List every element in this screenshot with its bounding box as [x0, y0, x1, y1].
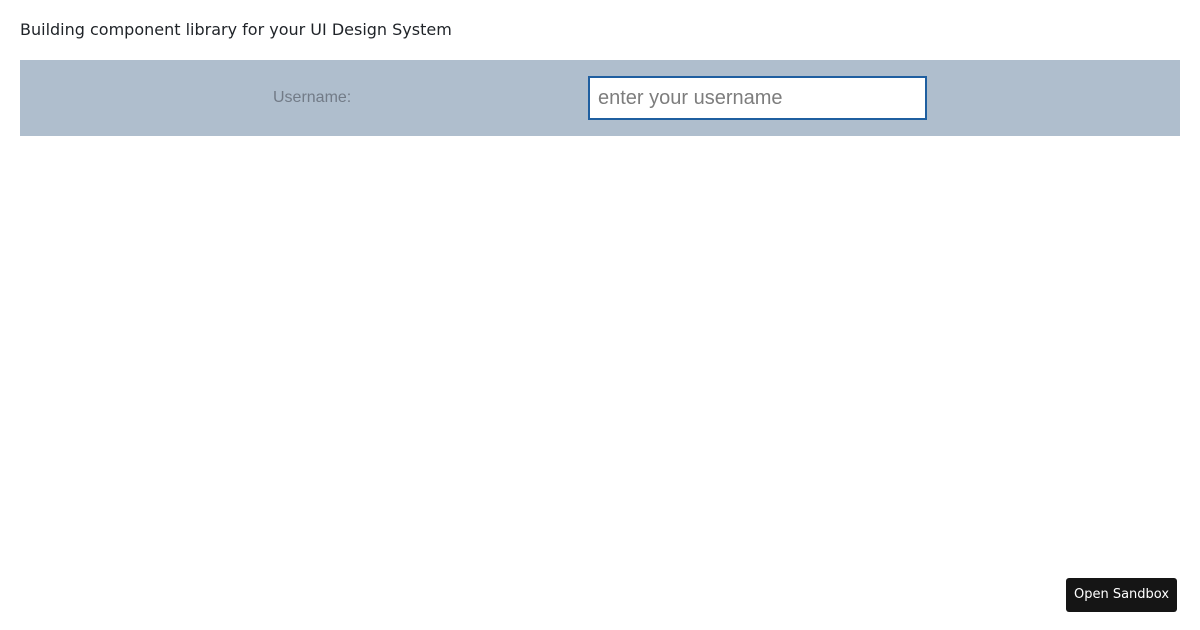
open-sandbox-button[interactable]: Open Sandbox: [1066, 578, 1177, 612]
username-label: Username:: [273, 89, 352, 106]
page-title: Building component library for your UI D…: [20, 20, 452, 39]
username-form-bar: Username:: [20, 60, 1180, 136]
username-input[interactable]: [588, 76, 927, 120]
